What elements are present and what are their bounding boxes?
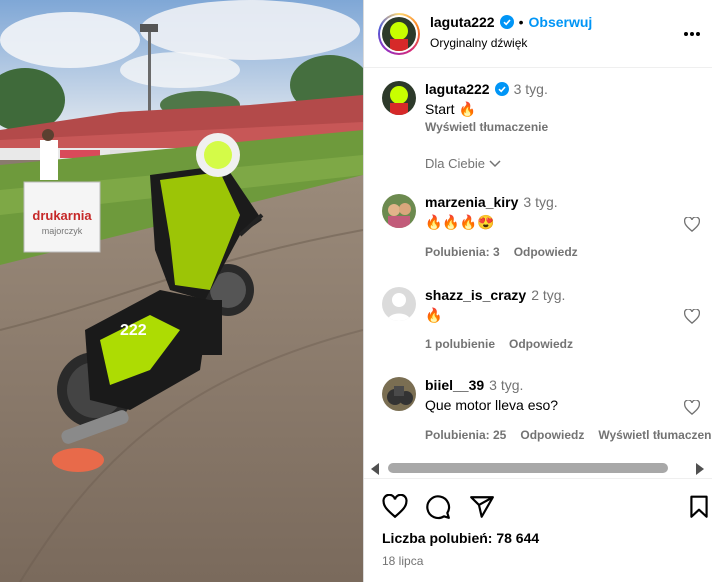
caption-meta: Wyświetl tłumaczenie	[425, 120, 548, 134]
post-date: 18 lipca	[382, 554, 424, 568]
like-heart-icon[interactable]	[683, 399, 701, 416]
story-ring[interactable]	[378, 13, 420, 55]
like-heart-icon[interactable]	[683, 308, 701, 325]
more-options-icon[interactable]	[683, 24, 701, 36]
post-side-panel: laguta222 • Obserwuj Oryginalny dźwięk l…	[363, 0, 712, 582]
comments-section[interactable]: laguta222 3 tyg. Start 🔥 Wyświetl tłumac…	[364, 69, 712, 455]
scroll-left-icon[interactable]	[370, 462, 380, 478]
comment-icon[interactable]	[425, 494, 451, 520]
caption-time[interactable]: 3 tyg.	[514, 81, 548, 97]
post-media[interactable]: drukarnia majorczyk 222	[0, 0, 363, 582]
post-header: laguta222 • Obserwuj Oryginalny dźwięk	[364, 0, 712, 68]
translate-link[interactable]: Wyświetl tłumaczenie	[425, 120, 548, 134]
likes-count[interactable]: Polubienia: 3	[425, 245, 500, 259]
reply-link[interactable]: Odpowiedz	[514, 245, 578, 259]
comment-text: 🔥	[425, 307, 443, 323]
scroll-right-icon[interactable]	[695, 462, 705, 478]
comment-username[interactable]: biiel__39	[425, 377, 484, 393]
caption-username[interactable]: laguta222	[425, 81, 490, 97]
likes-count[interactable]: Polubienia: 25	[425, 428, 506, 442]
sort-label: Dla Ciebie	[425, 156, 485, 171]
header-username[interactable]: laguta222	[430, 14, 495, 30]
comment-username[interactable]: marzenia_kiry	[425, 194, 518, 210]
likes-count[interactable]: 1 polubienie	[425, 337, 495, 351]
reply-link[interactable]: Odpowiedz	[509, 337, 573, 351]
reply-link[interactable]: Odpowiedz	[520, 428, 584, 442]
separator-dot: •	[518, 14, 524, 30]
comment-meta: 1 polubienie Odpowiedz	[425, 337, 573, 351]
comment-username[interactable]: shazz_is_crazy	[425, 287, 526, 303]
audio-label[interactable]: Oryginalny dźwięk	[430, 36, 527, 50]
chevron-down-icon	[489, 156, 501, 171]
comment-time[interactable]: 3 tyg.	[489, 377, 523, 393]
post-actions	[364, 490, 712, 526]
verified-badge-icon	[499, 15, 514, 29]
comment-meta: Polubienia: 25 Odpowiedz Wyświetl tłumac…	[425, 428, 712, 442]
avatar[interactable]	[382, 194, 416, 228]
comment-sort-dropdown[interactable]: Dla Ciebie	[425, 156, 501, 171]
speedway-photo: drukarnia majorczyk 222	[0, 0, 363, 582]
follow-button[interactable]: Obserwuj	[529, 14, 593, 30]
comment-text: Que motor lleva eso?	[425, 397, 559, 413]
caption-text: Start 🔥	[425, 101, 476, 117]
bike-number: 222	[120, 322, 147, 339]
like-heart-icon[interactable]	[683, 216, 701, 233]
comment-text: 🔥🔥🔥😍	[425, 214, 495, 230]
like-heart-icon[interactable]	[382, 493, 408, 520]
avatar[interactable]	[382, 81, 416, 115]
translate-link[interactable]: Wyświetl tłumaczenie	[598, 428, 712, 442]
avatar[interactable]	[382, 287, 416, 321]
share-send-icon[interactable]	[469, 494, 495, 520]
banner-text-1: drukarnia	[32, 208, 92, 223]
verified-badge-icon	[494, 82, 509, 96]
horizontal-scrollbar[interactable]	[364, 457, 712, 479]
avatar[interactable]	[382, 17, 416, 51]
likes-count-total[interactable]: Liczba polubień: 78 644	[382, 530, 539, 546]
banner-text-2: majorczyk	[42, 226, 83, 236]
bookmark-icon[interactable]	[686, 494, 712, 520]
comment-time[interactable]: 2 tyg.	[531, 287, 565, 303]
comment-meta: Polubienia: 3 Odpowiedz	[425, 245, 578, 259]
comment-time[interactable]: 3 tyg.	[523, 194, 557, 210]
avatar[interactable]	[382, 377, 416, 411]
scrollbar-thumb[interactable]	[388, 463, 668, 473]
